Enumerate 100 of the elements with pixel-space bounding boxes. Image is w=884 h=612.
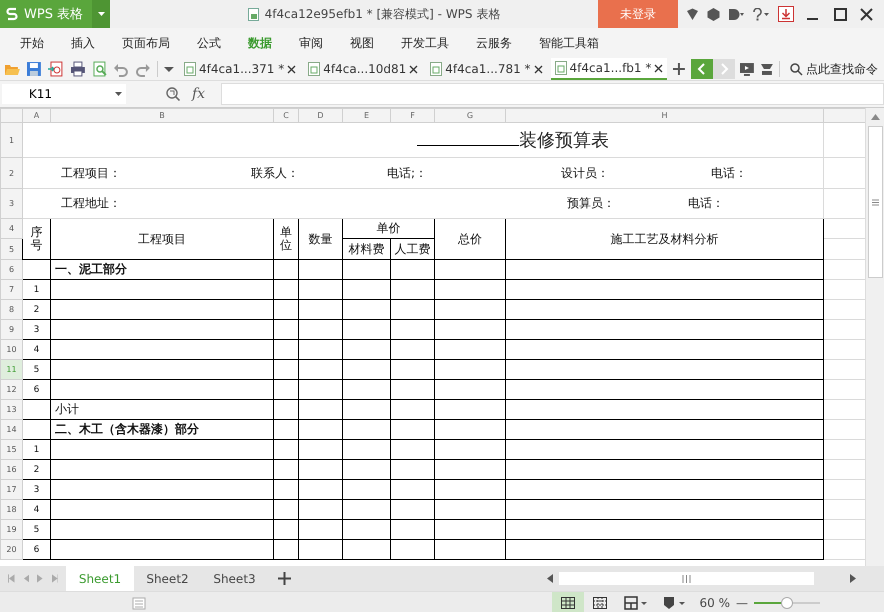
table-cell bbox=[434, 460, 506, 480]
document-tab[interactable]: 4f4ca1...371 * bbox=[180, 58, 300, 80]
table-cell bbox=[434, 300, 506, 320]
row-header[interactable]: 5 bbox=[0, 238, 22, 260]
table-cell bbox=[274, 440, 298, 460]
close-icon[interactable] bbox=[287, 64, 296, 74]
menu-tab[interactable]: 云服务 bbox=[476, 34, 512, 52]
document-tab[interactable]: 4f4ca1...fb1 * bbox=[550, 58, 668, 80]
section-heading: 二、木工（含木器漆）部分 bbox=[50, 420, 274, 440]
download-icon[interactable] bbox=[778, 6, 794, 22]
dropdown-icon[interactable] bbox=[115, 92, 122, 96]
screen-icon[interactable] bbox=[739, 61, 756, 77]
scroll-right-icon[interactable] bbox=[850, 574, 856, 583]
slider-thumb[interactable] bbox=[781, 597, 793, 609]
close-icon[interactable] bbox=[534, 64, 543, 74]
menu-tab[interactable]: 插入 bbox=[71, 34, 95, 52]
row-header[interactable]: 15 bbox=[0, 440, 22, 460]
horizontal-scrollbar[interactable] bbox=[559, 572, 814, 585]
table-cell: 3 bbox=[22, 320, 50, 340]
table-cell bbox=[390, 360, 434, 380]
menu-tab[interactable]: 开始 bbox=[20, 34, 44, 52]
table-cell bbox=[434, 520, 506, 540]
table-cell bbox=[342, 380, 390, 400]
scroll-up-icon[interactable] bbox=[870, 114, 880, 120]
column-header[interactable]: D bbox=[298, 108, 342, 122]
search-icon bbox=[790, 62, 803, 76]
table-cell: 1 bbox=[22, 440, 50, 460]
add-tab-icon[interactable] bbox=[671, 61, 688, 77]
table-cell bbox=[342, 480, 390, 500]
zoom-slider[interactable] bbox=[754, 596, 820, 610]
row-header[interactable]: 8 bbox=[0, 300, 22, 320]
function-button[interactable]: fx bbox=[192, 86, 206, 102]
row-header[interactable]: 2 bbox=[0, 158, 22, 188]
row-header[interactable]: 6 bbox=[0, 260, 22, 280]
column-header[interactable]: H bbox=[506, 108, 824, 122]
column-header[interactable]: F bbox=[390, 108, 434, 122]
help-icon[interactable] bbox=[752, 8, 770, 20]
table-cell bbox=[342, 340, 390, 360]
formula-input[interactable] bbox=[221, 83, 884, 105]
row-header[interactable]: 14 bbox=[0, 420, 22, 440]
menu-tab[interactable]: 公式 bbox=[197, 34, 221, 52]
table-cell bbox=[298, 260, 342, 280]
vertical-scrollbar[interactable] bbox=[865, 108, 884, 566]
row-header[interactable]: 9 bbox=[0, 320, 22, 340]
row-header[interactable]: 3 bbox=[0, 188, 22, 218]
row-header[interactable]: 12 bbox=[0, 380, 22, 400]
print-icon[interactable] bbox=[70, 61, 86, 77]
menu-tab[interactable]: 页面布局 bbox=[122, 34, 170, 52]
row-header[interactable]: 19 bbox=[0, 520, 22, 540]
table-cell bbox=[434, 380, 506, 400]
previous-icon[interactable] bbox=[691, 59, 714, 79]
row-header[interactable]: 7 bbox=[0, 280, 22, 300]
table-cell: 小计 bbox=[50, 400, 274, 420]
row-header[interactable]: 18 bbox=[0, 500, 22, 520]
hexagon-icon[interactable] bbox=[707, 8, 720, 20]
close-icon[interactable] bbox=[409, 64, 418, 74]
close-icon[interactable] bbox=[654, 64, 664, 72]
field-label: 工程地址： bbox=[61, 195, 122, 212]
document-tab[interactable]: 4f4ca1...781 * bbox=[426, 58, 547, 80]
column-header[interactable]: C bbox=[274, 108, 298, 122]
menu-tab[interactable]: 开发工具 bbox=[401, 34, 449, 52]
window-title: 4f4ca12e95efb1 * [兼容模式] - WPS 表格 bbox=[264, 6, 500, 22]
column-header[interactable]: B bbox=[50, 108, 274, 122]
row-header[interactable]: 1 bbox=[0, 122, 22, 158]
row-header[interactable]: 16 bbox=[0, 460, 22, 480]
table-cell bbox=[298, 300, 342, 320]
field-label: 联系人： bbox=[251, 164, 300, 182]
document-tab[interactable]: 4f4ca...10d81 bbox=[304, 58, 422, 80]
name-box[interactable]: K11 bbox=[2, 84, 126, 104]
print-preview-icon[interactable] bbox=[92, 61, 108, 77]
field-label: 电话： bbox=[688, 195, 724, 212]
table-cell bbox=[298, 420, 342, 440]
row-header[interactable]: 20 bbox=[0, 540, 22, 560]
column-header[interactable]: A bbox=[22, 108, 50, 122]
menu-tab[interactable]: 审阅 bbox=[299, 34, 323, 52]
layout-icon[interactable] bbox=[624, 596, 648, 610]
row-header[interactable]: 10 bbox=[0, 340, 22, 360]
table-cell bbox=[274, 460, 298, 480]
row-header[interactable]: 13 bbox=[0, 400, 22, 420]
table-cell bbox=[342, 300, 390, 320]
column-heading: 总价 bbox=[434, 218, 506, 260]
menu-tab[interactable]: 视图 bbox=[350, 34, 374, 52]
column-heading: 单位 bbox=[274, 218, 298, 260]
menu-tab[interactable]: 智能工具箱 bbox=[539, 34, 599, 52]
command-search[interactable]: 点此查找命令 bbox=[784, 60, 884, 78]
document-icon bbox=[308, 62, 320, 76]
add-sheet-icon[interactable] bbox=[278, 572, 291, 585]
scroll-left-icon[interactable] bbox=[547, 574, 553, 583]
table-cell bbox=[274, 280, 298, 300]
zoom-icon[interactable] bbox=[166, 87, 180, 101]
row-header[interactable]: 4 bbox=[0, 218, 22, 238]
table-cell bbox=[390, 400, 434, 420]
save-icon[interactable] bbox=[26, 61, 42, 77]
table-cell bbox=[22, 420, 50, 440]
sheet-tab[interactable]: Sheet1 bbox=[66, 566, 134, 591]
column-header[interactable]: G bbox=[434, 108, 506, 122]
zoom-out-button[interactable]: — bbox=[736, 596, 748, 610]
normal-view-button[interactable] bbox=[552, 592, 584, 612]
row-header[interactable]: 17 bbox=[0, 480, 22, 500]
column-header[interactable]: E bbox=[342, 108, 390, 122]
